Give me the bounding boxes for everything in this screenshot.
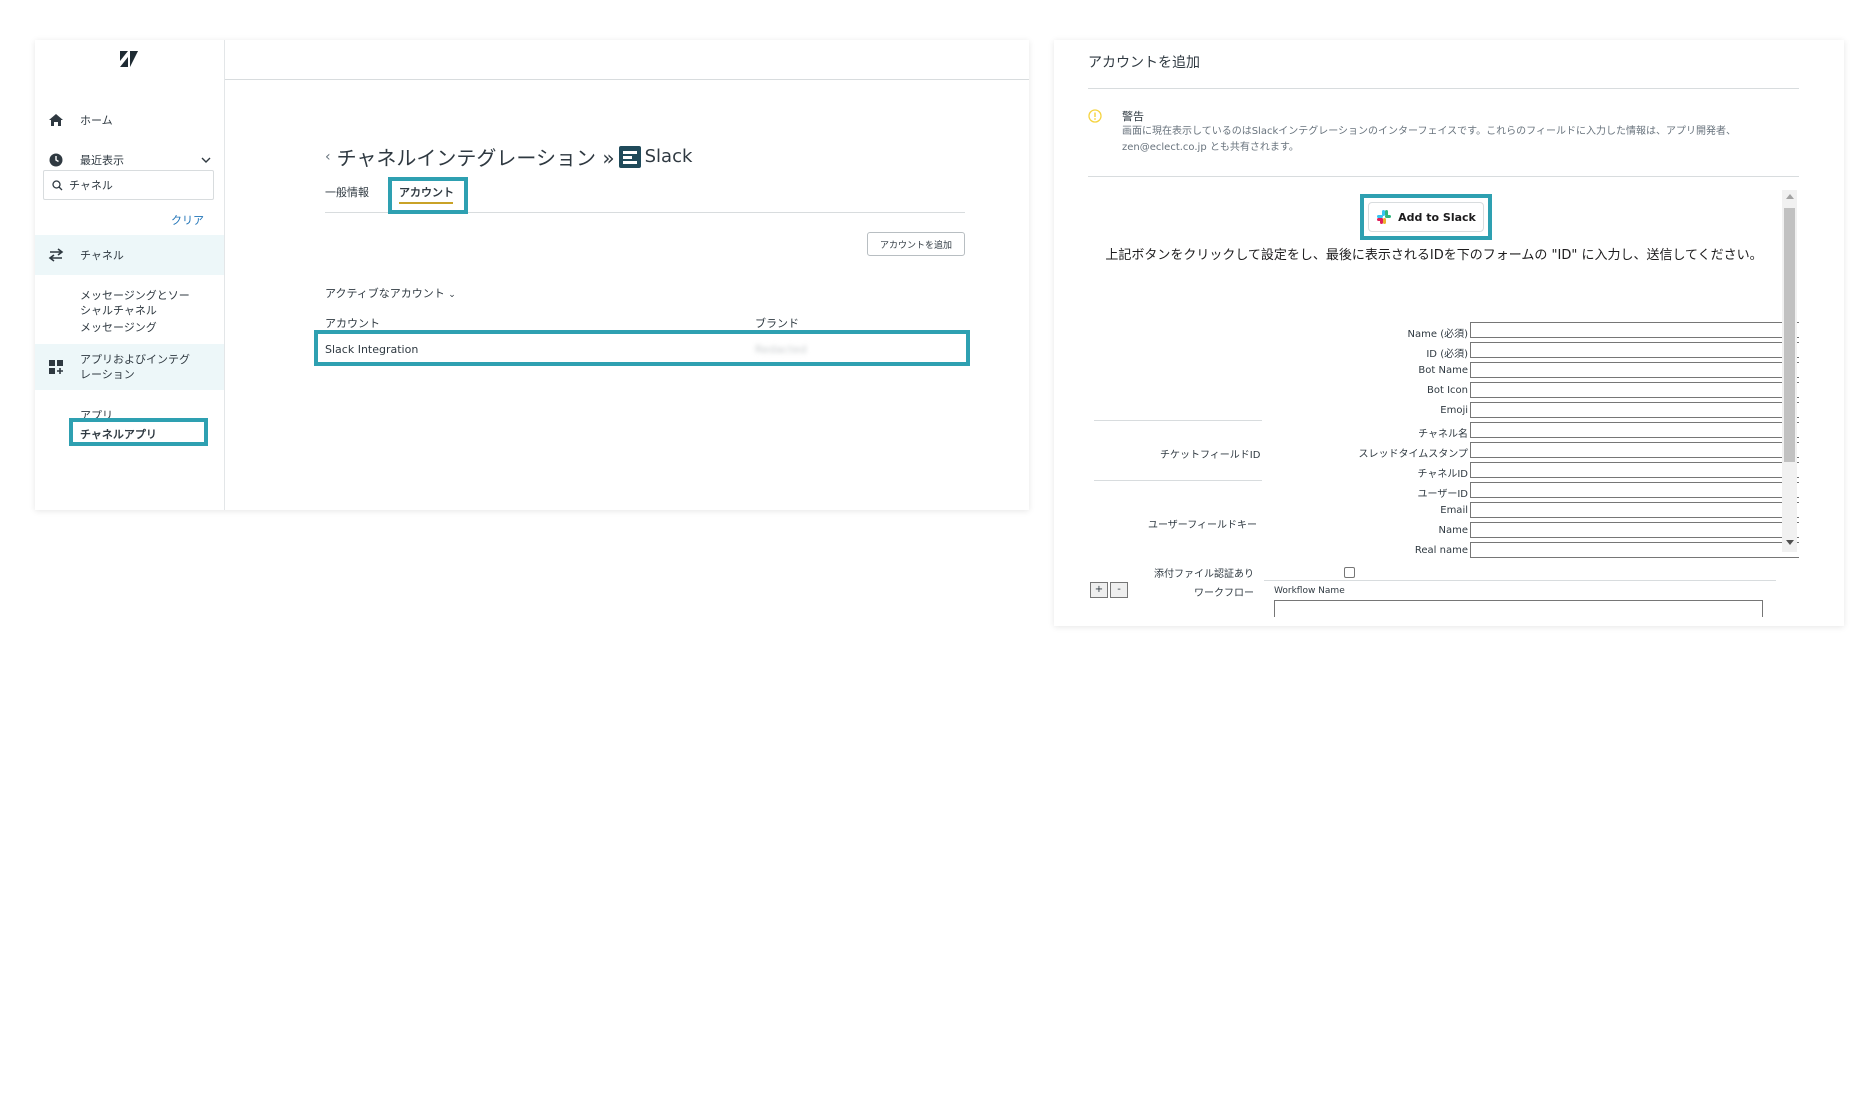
workflow-name-label: Workflow Name — [1274, 586, 1345, 596]
warning-text: 画面に現在表示しているのはSlackインテグレーションのインターフェイスです。こ… — [1122, 126, 1736, 153]
sidebar-item-apps-integrations[interactable]: アプリおよびインテグレーション — [35, 344, 224, 390]
chevron-down-icon: ⌄ — [448, 290, 456, 300]
email-field[interactable] — [1470, 502, 1799, 518]
workflow-name-field[interactable] — [1274, 600, 1763, 617]
field-label-channel-name: チャネル名 — [1418, 429, 1468, 440]
field-label-user-id: ユーザーID — [1417, 489, 1468, 500]
sidebar-item-label: ホーム — [80, 114, 113, 127]
table-header-account: アカウント — [325, 317, 380, 330]
slack-integration-icon — [618, 145, 641, 168]
scroll-down-arrow-icon[interactable] — [1786, 540, 1794, 545]
admin-center-window: ホーム 最近表示 チャネル クリア チャネル メッセージングとソーシャルチャネル… — [35, 40, 1029, 510]
user-field-group-label: ユーザーフィールドキー — [1148, 520, 1257, 531]
workflow-label: ワークフロー — [1194, 588, 1254, 599]
channel-id-field[interactable] — [1470, 462, 1799, 478]
integration-iframe: Add to Slack 上記ボタンをクリックして設定をし、最後に表示されるID… — [1088, 190, 1799, 626]
divider — [1088, 88, 1799, 89]
user-id-field[interactable] — [1470, 482, 1799, 498]
emoji-field[interactable] — [1470, 402, 1799, 418]
id-field[interactable] — [1470, 342, 1799, 358]
field-label-id: ID (必須) — [1426, 349, 1468, 360]
bot-name-field[interactable] — [1470, 362, 1799, 378]
search-value: チャネル — [69, 179, 113, 192]
clear-link[interactable]: クリア — [171, 212, 204, 228]
field-label-bot-name: Bot Name — [1418, 365, 1468, 376]
table-header-brand: ブランド — [755, 317, 799, 330]
attachment-auth-label: 添付ファイル認証あり — [1154, 569, 1254, 580]
add-workflow-button[interactable]: + — [1090, 582, 1108, 598]
sidebar-item-home[interactable]: ホーム — [35, 100, 224, 140]
bot-icon-field[interactable] — [1470, 382, 1799, 398]
field-label-name: Name (必須) — [1407, 329, 1468, 340]
sidebar-item-label: アプリおよびインテグレーション — [80, 353, 190, 381]
divider — [1264, 580, 1776, 581]
active-accounts-dropdown[interactable]: アクティブなアカウント ⌄ — [325, 285, 456, 301]
search-input[interactable]: チャネル — [43, 170, 214, 200]
highlight-slack-integration-row — [314, 330, 970, 366]
sidebar-subitem-messaging[interactable]: メッセージング — [80, 320, 157, 335]
apps-grid-icon — [46, 357, 66, 377]
chevron-down-icon[interactable] — [201, 154, 211, 167]
real-name-field[interactable] — [1470, 542, 1799, 558]
scrollbar-thumb[interactable] — [1784, 208, 1795, 462]
field-label-email: Email — [1440, 505, 1468, 516]
thread-timestamp-field[interactable] — [1470, 442, 1799, 458]
ticket-field-group-label: チケットフィールドID — [1160, 450, 1261, 461]
sidebar-item-label: チャネル — [80, 249, 124, 262]
highlight-channel-apps — [69, 418, 208, 446]
channel-name-field[interactable] — [1470, 422, 1799, 438]
field-label-thread-timestamp: スレッドタイムスタンプ — [1358, 449, 1469, 460]
add-account-dialog: アカウントを追加 警告 画面に現在表示しているのはSlackインテグレーションの… — [1054, 40, 1844, 626]
tab-general-info[interactable]: 一般情報 — [325, 184, 369, 200]
swap-arrows-icon — [46, 245, 66, 265]
user-name-field[interactable] — [1470, 522, 1799, 538]
remove-workflow-button[interactable]: - — [1110, 582, 1128, 598]
back-chevron-icon[interactable]: ‹ — [325, 149, 331, 165]
add-account-button[interactable]: アカウントを追加 — [867, 232, 965, 256]
field-label-emoji: Emoji — [1440, 405, 1468, 416]
field-label-bot-icon: Bot Icon — [1427, 385, 1468, 396]
search-icon — [52, 179, 63, 191]
sidebar-subitem-messaging-social[interactable]: メッセージングとソーシャルチャネル — [80, 288, 200, 318]
page-title-text: チャネルインテグレーション » — [336, 146, 615, 170]
scroll-up-arrow-icon[interactable] — [1786, 194, 1794, 199]
highlight-account-tab — [388, 177, 468, 214]
clock-icon — [46, 150, 66, 170]
instruction-text: 上記ボタンをクリックして設定をし、最後に表示されるIDを下のフォームの "ID"… — [1105, 248, 1763, 263]
warning-icon — [1088, 108, 1102, 127]
warning-title: 警告 — [1122, 110, 1144, 123]
page-title: ‹ チャネルインテグレーション » Slack — [325, 142, 692, 171]
divider — [1088, 176, 1799, 177]
highlight-add-to-slack — [1360, 194, 1492, 240]
field-label-real-name: Real name — [1414, 545, 1468, 556]
zendesk-logo-icon[interactable] — [119, 50, 139, 68]
top-bar — [225, 40, 1029, 80]
sidebar-item-label: 最近表示 — [80, 154, 124, 167]
divider — [1094, 480, 1262, 481]
home-icon — [46, 110, 66, 130]
main-content: ‹ チャネルインテグレーション » Slack 一般情報 アカウント アカウント… — [225, 40, 1029, 510]
field-label-channel-id: チャネルID — [1417, 469, 1468, 480]
dialog-title: アカウントを追加 — [1088, 55, 1200, 71]
name-field[interactable] — [1470, 322, 1799, 338]
attachment-auth-checkbox[interactable] — [1344, 567, 1355, 578]
field-label-user-name: Name — [1438, 525, 1468, 536]
sidebar: ホーム 最近表示 チャネル クリア チャネル メッセージングとソーシャルチャネル… — [35, 40, 225, 510]
scrollbar[interactable] — [1782, 190, 1797, 552]
divider — [1094, 420, 1262, 421]
sidebar-item-channels[interactable]: チャネル — [35, 235, 224, 275]
page-title-app: Slack — [644, 146, 693, 167]
